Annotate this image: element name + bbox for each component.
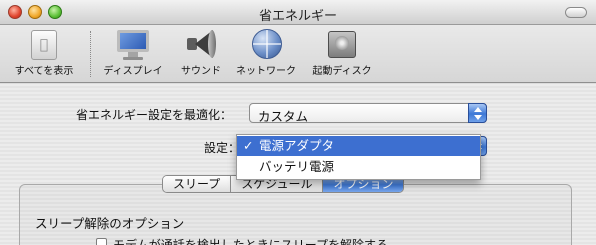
toolbar-display[interactable]: ディスプレイ — [96, 28, 170, 77]
title-bar: 省エネルギー — [0, 0, 596, 25]
wake-options-title: スリープ解除のオプション — [35, 216, 185, 231]
toolbar-item-label: ディスプレイ — [103, 66, 163, 77]
toolbar-startup-disk[interactable]: 起動ディスク — [306, 28, 378, 77]
toolbar-item-label: 起動ディスク — [312, 66, 372, 77]
toolbar-item-label: ネットワーク — [236, 66, 296, 77]
optimize-popup[interactable]: カスタム — [249, 103, 487, 124]
popup-arrows-icon — [468, 103, 487, 123]
modem-wake-checkbox[interactable] — [96, 238, 107, 245]
toolbar-network[interactable]: ネットワーク — [230, 28, 302, 77]
optimize-popup-value: カスタム — [258, 109, 309, 124]
tab-sleep[interactable]: スリープ — [163, 176, 232, 192]
menu-item-label: バッテリ電源 — [259, 159, 335, 174]
optimize-label: 省エネルギー設定を最適化： — [76, 108, 233, 122]
disk-icon — [325, 28, 359, 60]
display-icon — [116, 28, 150, 60]
toolbar-toggle-button[interactable] — [565, 7, 587, 18]
toolbar-item-label: すべてを表示 — [14, 66, 74, 77]
toolbar-item-label: サウンド — [181, 66, 221, 77]
globe-icon — [249, 28, 283, 60]
toolbar: すべてを表示 ディスプレイ サウンド ネットワーク 起動ディスク — [0, 25, 596, 83]
modem-wake-label: モデムが通話を検出したときにスリープを解除する — [113, 238, 389, 245]
apple-icon — [31, 30, 57, 60]
settings-dropdown-menu: ✓ 電源アダプタ バッテリ電源 — [236, 134, 481, 180]
menu-item-power-adapter[interactable]: ✓ 電源アダプタ — [237, 136, 480, 156]
toolbar-show-all[interactable]: すべてを表示 — [6, 28, 82, 77]
toolbar-separator — [90, 31, 91, 77]
settings-label: 設定： — [204, 141, 241, 155]
checkmark-icon: ✓ — [243, 138, 254, 153]
toolbar-sound[interactable]: サウンド — [172, 28, 230, 77]
menu-item-label: 電源アダプタ — [259, 138, 335, 153]
menu-item-battery[interactable]: バッテリ電源 — [237, 157, 480, 177]
speaker-icon — [184, 28, 218, 60]
window-title: 省エネルギー — [258, 9, 337, 24]
